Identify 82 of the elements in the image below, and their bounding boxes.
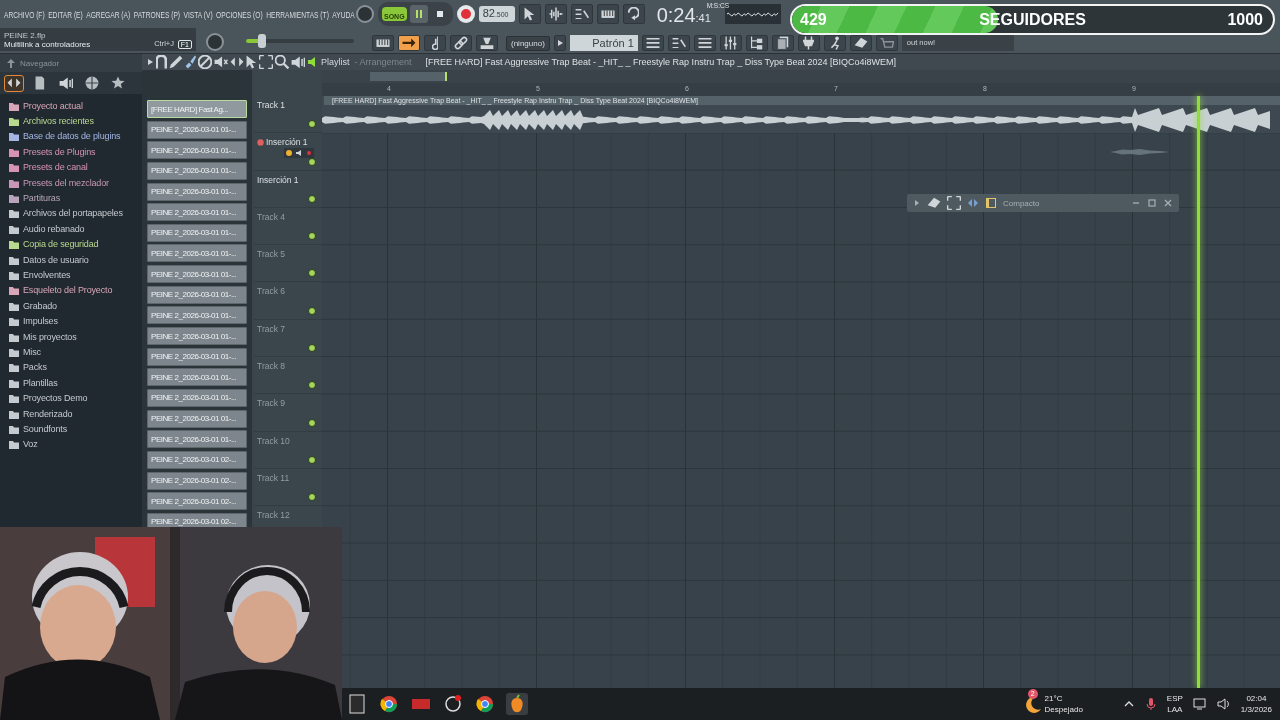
channel-button[interactable]: PEINE 2_2026-03-01 01-...	[147, 285, 247, 304]
project-file-name: PEINE 2.flp	[4, 30, 46, 40]
weather-condition: Despejado	[1044, 704, 1083, 715]
channel-button[interactable]: PEINE 2_2026-03-01 01-...	[147, 120, 247, 139]
track-name[interactable]: Track 5	[257, 249, 286, 260]
menu-item[interactable]: OPCIONES (O)	[216, 8, 263, 20]
browser-item[interactable]: Copia de seguridad	[23, 239, 99, 250]
browser-item[interactable]: Presets de canal	[23, 162, 88, 173]
menu-item[interactable]: PATRONES (P)	[133, 8, 181, 20]
browser-item[interactable]: Audio rebanado	[23, 223, 85, 234]
menu-item[interactable]: AYUDA	[332, 8, 355, 20]
channel-button[interactable]: PEINE 2_2026-03-01 01-...	[147, 203, 247, 222]
track-name[interactable]: Inserción 1	[257, 174, 299, 185]
channel-button[interactable]: PEINE 2_2026-03-01 01-...	[147, 347, 247, 366]
channel-button[interactable]: PEINE 2_2026-03-01 01-...	[147, 306, 247, 325]
channel-button[interactable]: PEINE 2_2026-03-01 01-...	[147, 430, 247, 449]
browser-item[interactable]: Grabado	[23, 300, 57, 311]
channel-button[interactable]: PEINE 2_2026-03-01 02-...	[147, 450, 247, 469]
channel-button[interactable]: PEINE 2_2026-03-01 01-...	[147, 265, 247, 284]
channel-button[interactable]: PEINE 2_2026-03-01 01-...	[147, 388, 247, 407]
pattern-selector[interactable]: Patrón 1	[569, 35, 638, 51]
browser-item[interactable]: Presets de Plugins	[23, 146, 96, 157]
browser-item[interactable]: Archivos recientes	[23, 116, 94, 127]
channel-button[interactable]: PEINE 2_2026-03-01 01-...	[147, 223, 247, 242]
channel-button[interactable]: PEINE 2_2026-03-01 01-...	[147, 182, 247, 201]
tempo-value: 82	[482, 7, 495, 19]
snap-selector[interactable]: (ninguno)	[506, 36, 550, 51]
track-name[interactable]: Track 6	[257, 286, 286, 297]
browser-item[interactable]: Datos de usuario	[23, 254, 89, 265]
channel-button[interactable]: PEINE 2_2026-03-01 01-...	[147, 244, 247, 263]
input-language[interactable]: ESP	[1166, 693, 1183, 704]
menu-item[interactable]: HERRAMIENTAS (T)	[266, 8, 329, 20]
channel-button[interactable]: PEINE 2_2026-03-01 01-...	[147, 161, 247, 180]
browser-item[interactable]: Presets del mezclador	[23, 177, 109, 188]
browser-item[interactable]: Archivos del portapapeles	[23, 208, 123, 219]
playlist-title: Playlist	[321, 57, 350, 67]
track-name[interactable]: Track 7	[257, 323, 286, 334]
browser-item[interactable]: Plantillas	[23, 377, 58, 388]
menu-item[interactable]: EDITAR (E)	[48, 8, 83, 20]
follower-count: 429	[800, 11, 827, 29]
browser-item[interactable]: Renderizado	[23, 408, 73, 419]
menu-item[interactable]: AGREGAR (A)	[86, 8, 131, 20]
track-name[interactable]: Track 9	[257, 398, 286, 409]
browser-item[interactable]: Proyecto actual	[23, 100, 83, 111]
track-name[interactable]: Track 11	[257, 472, 290, 483]
follower-goal: 1000	[1227, 11, 1263, 29]
browser-item[interactable]: Envolventes	[23, 270, 71, 280]
browser-item[interactable]: Mis proyectos	[23, 331, 77, 342]
browser-title: Navegador	[20, 58, 60, 68]
track-name[interactable]: Inserción 1	[266, 137, 308, 148]
browser-item[interactable]: Soundfonts	[23, 423, 68, 434]
browser-item[interactable]: Esqueleto del Proyecto	[23, 285, 113, 296]
clock-time[interactable]: 02:04	[1246, 693, 1267, 704]
menu-item[interactable]: ARCHIVO (F)	[4, 8, 45, 20]
temperature: 21°C	[1044, 693, 1063, 704]
song-time: 0:24	[656, 4, 696, 26]
view-mode-label[interactable]: Compacto	[1003, 198, 1040, 208]
channel-button[interactable]: PEINE 2_2026-03-01 01-...	[147, 409, 247, 428]
track-name[interactable]: Track 12	[257, 510, 290, 521]
channel-button[interactable]: PEINE 2_2026-03-01 01-...	[147, 141, 247, 160]
channel-button[interactable]: PEINE 2_2026-03-01 01-...	[147, 327, 247, 346]
hint-text: Multilink a controladores	[4, 39, 91, 49]
song-title: [FREE HARD] Fast Aggressive Trap Beat - _HIT_ _ Freestyle Rap Instru Trap _ Diss Type Beat 2024 [BIQCo4i8WEM]	[425, 57, 897, 67]
browser-item[interactable]: Misc	[23, 346, 41, 357]
channel-button[interactable]: PEINE 2_2026-03-01 01-...	[147, 368, 247, 387]
browser-item[interactable]: Partituras	[23, 193, 60, 204]
browser-item[interactable]: Proyectos Demo	[23, 393, 88, 404]
track-name[interactable]: Track 4	[257, 211, 286, 222]
browser-item[interactable]: Voz	[23, 439, 38, 450]
browser-item[interactable]: Packs	[23, 362, 47, 373]
browser-item[interactable]: Impulses	[23, 316, 58, 327]
track-name[interactable]: Track 10	[257, 435, 290, 446]
playlist-subtitle: - Arrangement	[354, 57, 412, 67]
song-time-centiseconds: :41	[695, 12, 711, 26]
menu-item[interactable]: VISTA (V)	[183, 8, 213, 20]
channel-button[interactable]: PEINE 2_2026-03-01 02-...	[147, 492, 247, 511]
channel-button[interactable]: PEINE 2_2026-03-01 02-...	[147, 471, 247, 490]
clock-date[interactable]: 1/3/2026	[1240, 704, 1272, 715]
keyboard-layout[interactable]: LAA	[1167, 704, 1183, 715]
track-name[interactable]: Track 1	[257, 100, 286, 110]
track-name[interactable]: Track 8	[257, 361, 286, 372]
browser-item[interactable]: Base de datos de plugins	[23, 131, 121, 142]
